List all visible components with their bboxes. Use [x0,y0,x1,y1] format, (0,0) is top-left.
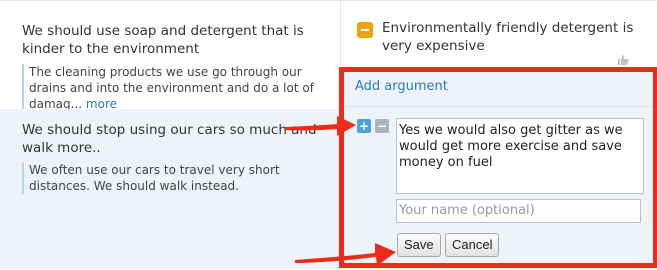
argument-textarea[interactable]: Yes we would also get gitter as we would… [396,118,644,194]
against-badge-icon [357,22,373,38]
counter-argument-title: Environmentally friendly detergent is ve… [382,20,634,54]
cancel-button[interactable]: Cancel [445,233,500,257]
save-button[interactable]: Save [397,233,441,257]
panel-divider [340,106,657,107]
argument-title: We should use soap and detergent that is… [22,23,304,57]
column-divider [340,0,341,65]
name-input[interactable]: Your name (optional) [396,199,641,223]
add-argument-link[interactable]: Add argument [355,79,448,95]
argument-title: We should stop using our cars so much an… [22,122,317,156]
argument-description: The cleaning products we use go through … [22,64,325,112]
thumbs-up-icon[interactable] [617,55,629,65]
argument-description-text: The cleaning products we use go through … [29,65,314,111]
minus-icon[interactable]: − [375,119,389,133]
plus-icon[interactable]: + [357,119,371,133]
argument-description: We often use our cars to travel very sho… [22,162,329,194]
